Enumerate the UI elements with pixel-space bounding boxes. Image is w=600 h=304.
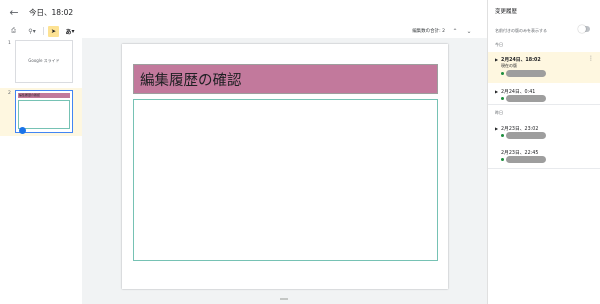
expand-caret-icon[interactable]: ▶ (495, 57, 498, 62)
version-time: 2月24日、18:02 (501, 58, 541, 63)
zoom-icon[interactable]: ⚲▾ (24, 26, 40, 37)
expand-caret-icon[interactable]: ▶ (495, 89, 498, 94)
slide-thumbnails: 1 Google スライド 2 編集履歴の確認 (0, 38, 82, 304)
thumbnail-preview: Google スライド (15, 40, 73, 83)
printer-icon[interactable]: ⎙ (8, 26, 19, 37)
thumbnail-slide-2[interactable]: 2 編集履歴の確認 (0, 88, 82, 136)
more-vert-icon[interactable]: ⋮ (588, 55, 594, 62)
version-time: 2月23日、22:45 (501, 151, 539, 156)
author-dot (501, 97, 504, 100)
resize-handle[interactable] (280, 298, 288, 300)
slide-title: 編集履歴の確認 (140, 73, 242, 89)
edit-navigation: 編集数の合計: 2 ⌃ ⌄ (412, 24, 473, 38)
author-dot (501, 158, 504, 161)
toggle-knob[interactable] (578, 25, 586, 33)
group-divider (488, 104, 600, 105)
group-label-yesterday: 昨日 (495, 110, 503, 115)
text-tool-button[interactable]: あ ▾ (62, 26, 78, 37)
version-time: 2月23日、23:02 (501, 127, 539, 132)
version-time: 2月24日、0:41 (501, 90, 536, 95)
author-name (506, 156, 546, 163)
author-name (506, 132, 546, 139)
version-item[interactable]: 2月23日、22:45 (488, 145, 600, 176)
chevron-down-icon[interactable]: ⌄ (465, 28, 473, 35)
thumbnail-number: 2 (8, 91, 11, 96)
list-divider (488, 168, 600, 169)
slide[interactable]: 編集履歴の確認 (122, 44, 448, 289)
slide-body-box[interactable] (133, 99, 438, 261)
chevron-up-icon[interactable]: ⌃ (451, 28, 459, 35)
author-dot (501, 72, 504, 75)
author-name (506, 70, 546, 77)
version-history-panel: 変更履歴 名前付きの版のみを表示する 今日 ▶ 2月24日、18:02 ⋮ 現在… (487, 0, 600, 304)
thumbnail-title-text: 編集履歴の確認 (19, 93, 41, 97)
cursor-arrow-icon[interactable]: ➤ (48, 25, 59, 37)
group-label-today: 今日 (495, 42, 503, 47)
thumbnail-preview: 編集履歴の確認 (15, 90, 73, 134)
toolbar: ⎙ ⚲▾ ➤ あ ▾ 編集数の合計: 2 ⌃ ⌄ (0, 24, 487, 38)
version-item[interactable]: ▶ 2月24日、0:41 (488, 84, 600, 115)
thumbnail-text: Google スライド (28, 58, 60, 63)
slide-title-box[interactable]: 編集履歴の確認 (133, 64, 438, 94)
text-tool-label: あ (65, 28, 72, 36)
panel-title: 変更履歴 (495, 9, 518, 15)
version-label: 現在の版 (501, 63, 517, 68)
avatar (19, 127, 26, 134)
version-item[interactable]: ▶ 2月24日、18:02 ⋮ 現在の版 (488, 52, 600, 83)
named-versions-toggle-label: 名前付きの版のみを表示する (495, 28, 547, 33)
toolbar-divider (43, 27, 44, 35)
author-name (506, 95, 546, 102)
top-bar: ← 今日、18:02 (0, 0, 487, 24)
edit-count: 編集数の合計: 2 (412, 29, 445, 34)
named-versions-toggle[interactable] (578, 25, 590, 33)
arrow-back-icon[interactable]: ← (5, 3, 23, 21)
thumbnail-number: 1 (8, 41, 11, 46)
author-dot (501, 134, 504, 137)
thumbnail-title-bar: 編集履歴の確認 (18, 93, 70, 98)
thumbnail-body-box (18, 100, 70, 129)
page-title: 今日、18:02 (29, 7, 74, 17)
thumbnail-slide-1[interactable]: 1 Google スライド (0, 38, 82, 86)
slide-canvas: 編集履歴の確認 (82, 38, 487, 304)
expand-caret-icon[interactable]: ▶ (495, 126, 498, 131)
